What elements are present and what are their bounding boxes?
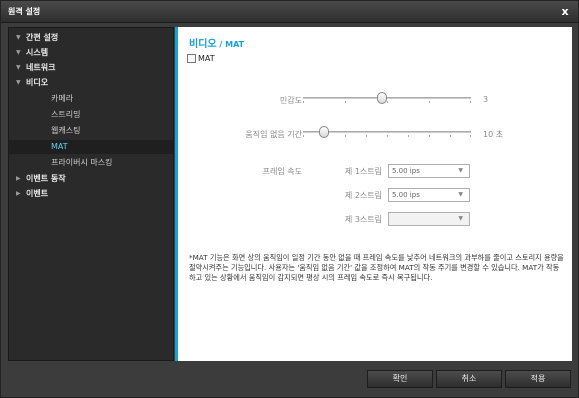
expand-arrow-icon: ▼ [16, 79, 21, 86]
expand-arrow-icon: ▼ [16, 34, 21, 41]
chevron-down-icon: ▼ [458, 191, 463, 198]
apply-button[interactable]: 적용 [505, 370, 571, 388]
slider-tick [470, 135, 471, 137]
window-title: 원격 설정 [8, 7, 41, 16]
settings-sidebar: ▼ 간편 설정 ▼ 시스템 ▼ 네트워크 ▼ 비디오 카메라 스트리밍 웹캐스팅… [8, 27, 174, 361]
sidebar-item-label: MAT [51, 142, 68, 151]
sidebar-item-streaming[interactable]: 스트리밍 [9, 108, 173, 122]
close-icon[interactable]: x [558, 5, 572, 19]
sidebar-item-label: 시스템 [26, 48, 49, 57]
mat-checkbox-label: MAT [198, 54, 215, 63]
sidebar-item-mat[interactable]: MAT [9, 140, 173, 154]
slider-tick [303, 135, 304, 137]
sidebar-item-label: 비디오 [26, 78, 49, 87]
sensitivity-value: 3 [483, 95, 489, 104]
slider-thumb[interactable] [319, 126, 329, 138]
confirm-button[interactable]: 확인 [367, 370, 433, 388]
sidebar-item-label: 네트워크 [26, 63, 56, 72]
mat-description-note: *MAT 기능은 화면 상의 움직임이 일정 기간 동안 없을 때 프레임 속도… [189, 253, 564, 282]
slider-tick [387, 101, 388, 103]
expand-arrow-icon: ▶ [16, 175, 21, 182]
sidebar-item-video[interactable]: ▼ 비디오 [9, 76, 173, 90]
slider-tick [345, 135, 346, 137]
sidebar-item-label: 스트리밍 [51, 110, 81, 119]
sidebar-item-camera[interactable]: 카메라 [9, 92, 173, 106]
chevron-down-icon: ▼ [458, 215, 463, 222]
breadcrumb-current: MAT [225, 40, 245, 49]
slider-tick [408, 135, 409, 137]
mat-checkbox[interactable]: MAT [187, 54, 215, 63]
title-bar: 원격 설정 x [1, 1, 578, 23]
inactivity-period-value: 10 초 [483, 130, 504, 139]
sidebar-item-webcasting[interactable]: 웹캐스팅 [9, 124, 173, 138]
mat-settings-panel: 비디오 / MAT MAT 민감도 3 움직임 없음 기간 10 초 프레임 속… [175, 27, 572, 361]
slider-track [303, 97, 471, 99]
sidebar-item-label: 카메라 [51, 94, 74, 103]
sidebar-item-label: 간편 설정 [26, 33, 59, 42]
slider-tick [470, 101, 471, 103]
inactivity-period-slider[interactable] [303, 126, 471, 138]
checkbox-box[interactable] [187, 54, 196, 63]
stream-2-label: 제 2스트림 [344, 191, 382, 200]
slider-tick [387, 135, 388, 137]
stream-1-frame-rate-select[interactable]: 5.00 ips ▼ [388, 164, 470, 178]
stream-3-frame-rate-select[interactable]: ▼ [388, 212, 470, 226]
page-title: 비디오 / MAT [189, 35, 244, 50]
inactivity-period-label: 움직임 없음 기간 [245, 130, 302, 139]
slider-tick [303, 101, 304, 103]
frame-rate-label: 프레임 속도 [262, 167, 302, 176]
slider-thumb[interactable] [377, 92, 387, 104]
sidebar-item-label: 웹캐스팅 [51, 126, 81, 135]
sensitivity-slider[interactable] [303, 92, 471, 104]
sidebar-item-label: 프라이버시 마스킹 [51, 158, 113, 167]
select-value: 5.00 ips [392, 167, 420, 175]
sidebar-item-privacy-masking[interactable]: 프라이버시 마스킹 [9, 156, 173, 170]
sidebar-item-label: 이벤트 동작 [26, 174, 66, 183]
breadcrumb-separator: / [216, 40, 226, 49]
sidebar-item-label: 이벤트 [26, 189, 49, 198]
remote-settings-window: 원격 설정 x ▼ 간편 설정 ▼ 시스템 ▼ 네트워크 ▼ 비디오 카메라 스… [0, 0, 579, 398]
expand-arrow-icon: ▶ [16, 190, 21, 197]
breadcrumb-parent: 비디오 [189, 39, 217, 50]
sidebar-item-event-action[interactable]: ▶ 이벤트 동작 [9, 172, 173, 186]
stream-2-frame-rate-select[interactable]: 5.00 ips ▼ [388, 188, 470, 202]
sensitivity-label: 민감도 [279, 96, 302, 105]
expand-arrow-icon: ▼ [16, 49, 21, 56]
sidebar-item-network[interactable]: ▼ 네트워크 [9, 61, 173, 75]
slider-tick [450, 135, 451, 137]
slider-tick [366, 135, 367, 137]
sidebar-item-system[interactable]: ▼ 시스템 [9, 46, 173, 60]
cancel-button[interactable]: 취소 [436, 370, 502, 388]
sidebar-item-quick-setup[interactable]: ▼ 간편 설정 [9, 31, 173, 45]
select-value: 5.00 ips [392, 191, 420, 199]
slider-tick [429, 101, 430, 103]
stream-1-label: 제 1스트림 [344, 167, 382, 176]
expand-arrow-icon: ▼ [16, 64, 21, 71]
stream-3-label: 제 3스트림 [344, 215, 382, 224]
slider-tick [345, 101, 346, 103]
chevron-down-icon: ▼ [458, 167, 463, 174]
sidebar-item-event[interactable]: ▶ 이벤트 [9, 187, 173, 201]
slider-tick [429, 135, 430, 137]
